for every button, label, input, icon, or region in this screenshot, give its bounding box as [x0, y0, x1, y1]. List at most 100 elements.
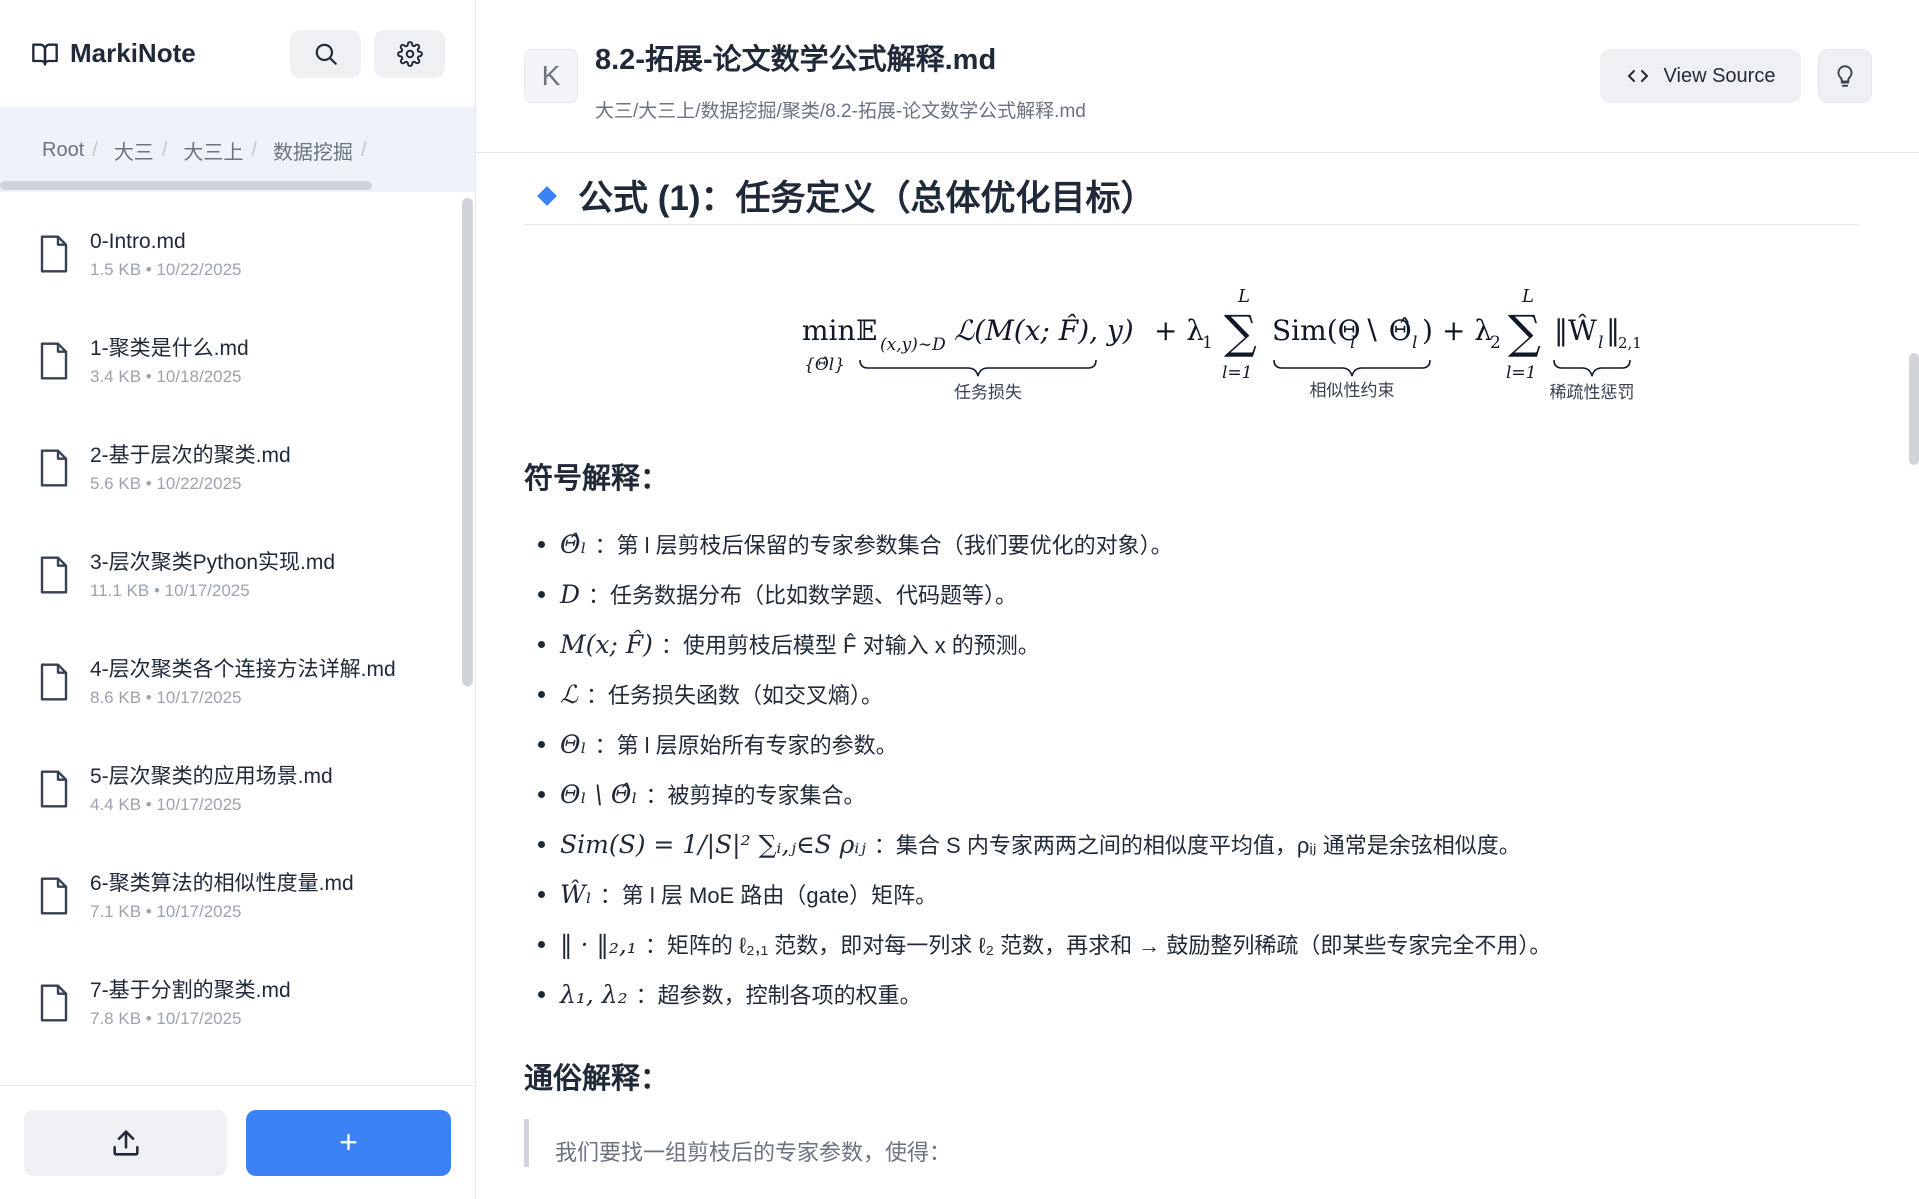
file-name: 2-基于层次的聚类.md — [90, 443, 291, 467]
sparsity-label: 稀疏性惩罚 — [1549, 383, 1634, 403]
view-source-label: View Source — [1663, 64, 1776, 87]
new-file-button[interactable]: + — [246, 1109, 451, 1176]
file-list: 0-Intro.md 1.5 KB • 10/22/2025 1-聚类是什么.md… — [0, 192, 475, 1085]
similarity-label: 相似性约束 — [1309, 381, 1394, 401]
breadcrumb-scrollbar[interactable] — [0, 181, 372, 190]
lightbulb-icon — [1837, 65, 1853, 87]
math-symbol: ℒ — [560, 679, 579, 709]
brand: MarkiNote — [30, 38, 277, 69]
file-list-scrollbar[interactable] — [462, 198, 473, 686]
file-icon — [40, 769, 68, 808]
sidebar-header: MarkiNote — [0, 0, 475, 108]
file-name: 1-聚类是什么.md — [90, 336, 249, 360]
book-icon — [32, 43, 58, 66]
breadcrumb-item-first-semester[interactable]: 大三上 — [183, 136, 243, 165]
upload-button[interactable] — [24, 1109, 227, 1176]
definition-text: ：第 l 层剪枝后保留的专家参数集合（我们要优化的对象）。 — [594, 533, 1173, 558]
definition-text: ：被剪掉的专家集合。 — [645, 783, 866, 808]
list-item: Θₗ \ Θ̂ₗ ：被剪掉的专家集合。 — [524, 769, 1859, 819]
file-info: 4-层次聚类各个连接方法详解.md 8.6 KB • 10/17/2025 — [90, 656, 396, 708]
math-symbol: λ₁, λ₂ — [560, 979, 628, 1009]
collapse-sidebar-button[interactable]: K — [524, 49, 578, 103]
file-item[interactable]: 5-层次聚类的应用场景.md 4.4 KB • 10/17/2025 — [0, 735, 475, 842]
blockquote: 我们要找一组剪枝后的专家参数，使得： — [524, 1119, 1859, 1167]
sidebar-footer: + — [0, 1085, 475, 1199]
file-info: 7-基于分割的聚类.md 7.8 KB • 10/17/2025 — [90, 977, 291, 1029]
theme-toggle-button[interactable] — [1818, 49, 1872, 103]
file-meta: 7.8 KB • 10/17/2025 — [90, 1008, 242, 1028]
definition-text: ：任务损失函数（如交叉熵）。 — [586, 683, 884, 708]
sidebar: MarkiNote Root / 大三 / 大三上 / 数据挖掘 / 0-Int… — [0, 0, 476, 1199]
definition-text: ：集合 S 内专家两两之间的相似度平均值，ρᵢⱼ 通常是余弦相似度。 — [873, 833, 1521, 858]
settings-button[interactable] — [374, 29, 445, 78]
file-item[interactable]: 7-基于分割的聚类.md 7.8 KB • 10/17/2025 — [0, 949, 475, 1056]
file-info: 3-层次聚类Python实现.md 11.1 KB • 10/17/2025 — [90, 549, 335, 601]
definition-text: ：超参数，控制各项的权重。 — [635, 983, 922, 1008]
file-info: 6-聚类算法的相似性度量.md 7.1 KB • 10/17/2025 — [90, 870, 354, 922]
file-info: 2-基于层次的聚类.md 5.6 KB • 10/22/2025 — [90, 442, 291, 494]
breadcrumb: Root / 大三 / 大三上 / 数据挖掘 / — [0, 108, 475, 192]
document-content: 公式 (1)：任务定义（总体优化目标） min {Θ̂l} 𝔼 (x,y)∼D … — [476, 153, 1919, 1199]
svg-text:L: L — [1237, 286, 1250, 307]
file-item[interactable]: 0-Intro.md 1.5 KB • 10/22/2025 — [0, 200, 475, 307]
file-name: 6-聚类算法的相似性度量.md — [90, 871, 354, 895]
definition-text: ：第 l 层 MoE 路由（gate）矩阵。 — [599, 883, 938, 908]
file-name: 7-基于分割的聚类.md — [90, 978, 291, 1002]
file-item[interactable]: 3-层次聚类Python实现.md 11.1 KB • 10/17/2025 — [0, 521, 475, 628]
math-symbol: ‖ · ‖₂,₁ — [560, 929, 637, 959]
svg-text:∑: ∑ — [1224, 305, 1257, 359]
file-meta: 3.4 KB • 10/18/2025 — [90, 366, 242, 386]
file-name: 4-层次聚类各个连接方法详解.md — [90, 657, 396, 681]
file-item[interactable]: 2-基于层次的聚类.md 5.6 KB • 10/22/2025 — [0, 414, 475, 521]
file-meta: 8.6 KB • 10/17/2025 — [90, 687, 242, 707]
file-icon — [40, 555, 68, 594]
file-meta: 7.1 KB • 10/17/2025 — [90, 901, 242, 921]
svg-text:2,1: 2,1 — [1618, 334, 1642, 352]
file-item[interactable]: 1-聚类是什么.md 3.4 KB • 10/18/2025 — [0, 307, 475, 414]
formula-block: min {Θ̂l} 𝔼 (x,y)∼D ℒ(M(x; F̂), y) 任务损失 … — [524, 225, 1859, 455]
svg-text:∖ Θ̂: ∖ Θ̂ — [1362, 314, 1412, 347]
breadcrumb-item-root[interactable]: Root — [42, 139, 84, 162]
symbols-heading: 符号解释： — [524, 463, 670, 495]
gear-icon — [396, 40, 423, 67]
svg-text:‖Ŵ: ‖Ŵ — [1554, 314, 1597, 347]
definition-text: ：使用剪枝后模型 F̂ 对输入 x 的预测。 — [660, 633, 1040, 658]
file-icon — [40, 876, 68, 915]
file-item[interactable]: 6-聚类算法的相似性度量.md 7.1 KB • 10/17/2025 — [0, 842, 475, 949]
breadcrumb-item-data-mining[interactable]: 数据挖掘 — [273, 136, 353, 165]
list-item: ‖ · ‖₂,₁ ：矩阵的 ℓ₂,₁ 范数，即对每一列求 ℓ₂ 范数，再求和 → … — [524, 919, 1859, 969]
file-item[interactable]: 4-层次聚类各个连接方法详解.md 8.6 KB • 10/17/2025 — [0, 628, 475, 735]
svg-text:ℒ(M(x; F̂), y): ℒ(M(x; F̂), y) — [954, 314, 1134, 347]
svg-text:l: l — [1412, 333, 1417, 353]
content-scrollbar[interactable] — [1909, 353, 1919, 465]
document-header: K 8.2-拓展-论文数学公式解释.md 大三/大三上/数据挖掘/聚类/8.2-… — [476, 0, 1919, 153]
math-symbol: Θₗ \ Θ̂ₗ — [560, 779, 638, 809]
search-icon — [315, 43, 337, 65]
math-symbol: Θ̂ₗ — [560, 529, 587, 559]
breadcrumb-separator: / — [251, 138, 257, 161]
math-symbol: D — [560, 579, 581, 609]
svg-text:(x,y)∼D: (x,y)∼D — [880, 335, 946, 355]
svg-text:Sim(Θ: Sim(Θ — [1272, 314, 1361, 347]
code-icon — [1627, 70, 1648, 82]
file-info: 0-Intro.md 1.5 KB • 10/22/2025 — [90, 228, 242, 280]
svg-text:l: l — [1598, 333, 1603, 353]
app-name: MarkiNote — [70, 38, 196, 68]
list-item: λ₁, λ₂ ：超参数，控制各项的权重。 — [524, 969, 1859, 1019]
view-source-button[interactable]: View Source — [1600, 49, 1801, 103]
math-symbol: M(x; F̂) — [560, 629, 653, 659]
svg-text:∑: ∑ — [1508, 305, 1541, 359]
list-item: Θ̂ₗ ：第 l 层剪枝后保留的专家参数集合（我们要优化的对象）。 — [524, 519, 1859, 569]
breadcrumb-separator: / — [161, 138, 168, 161]
svg-text:l=1: l=1 — [1506, 363, 1537, 383]
task-loss-label: 任务损失 — [954, 383, 1022, 403]
definition-text: ：任务数据分布（比如数学题、代码题等）。 — [588, 583, 1018, 608]
search-button[interactable] — [290, 29, 361, 78]
svg-text:{Θ̂l}: {Θ̂l} — [804, 355, 845, 375]
file-icon — [40, 983, 68, 1022]
file-meta: 11.1 KB • 10/17/2025 — [90, 580, 250, 600]
list-item: D ：任务数据分布（比如数学题、代码题等）。 — [524, 569, 1859, 619]
file-meta: 4.4 KB • 10/17/2025 — [90, 794, 242, 814]
breadcrumb-item-junior[interactable]: 大三 — [114, 136, 154, 165]
file-name: 5-层次聚类的应用场景.md — [90, 764, 333, 788]
